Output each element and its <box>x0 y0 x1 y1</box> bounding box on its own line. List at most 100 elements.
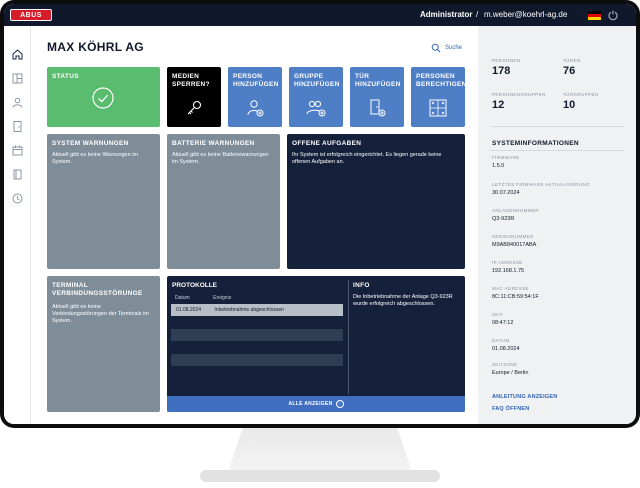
sys-value: 8C:11:CB:59:54:1F <box>492 294 539 300</box>
add-person-icon <box>247 100 264 117</box>
tuer-hinzufuegen-label: TÜR HINZUFÜGEN <box>355 73 401 88</box>
offene-aufgaben-card[interactable]: OFFENE AUFGABEN Ihr System ist erfolgrei… <box>287 134 465 269</box>
clock-icon[interactable] <box>11 192 24 205</box>
sys-label: DATUM <box>492 338 510 343</box>
person-hinzufuegen-button[interactable]: PERSON HINZUFÜGEN <box>228 67 282 127</box>
german-flag-icon[interactable] <box>588 11 601 20</box>
stat-label: PERSONEN <box>492 58 521 63</box>
sys-value: M9AB840017ABA <box>492 242 537 248</box>
stat-personengruppen: PERSONENGRUPPEN 12 <box>492 92 546 111</box>
sys-anlagennummer: ANLAGENNUMMER Q3-923R <box>492 208 539 222</box>
stat-label: PERSONENGRUPPEN <box>492 92 546 97</box>
gruppe-hinzufuegen-label: GRUPPE HINZUFÜGEN <box>294 73 340 88</box>
alle-anzeigen-button[interactable]: ALLE ANZEIGEN ↑ <box>167 396 465 412</box>
sys-value: 08:47:12 <box>492 320 514 326</box>
faq-oeffnen-link[interactable]: FAQ ÖFFNEN <box>492 406 529 412</box>
info-title: INFO <box>353 282 370 289</box>
batterie-warnungen-text: Aktuell gibt es keine Batteriewarnungen … <box>172 152 269 165</box>
calendar-icon[interactable] <box>11 144 24 157</box>
sys-label: ZEITZONE <box>492 362 518 367</box>
sys-value: Europe / Berlin <box>492 370 529 376</box>
user-icon[interactable] <box>11 96 24 109</box>
book-icon[interactable] <box>11 168 24 181</box>
terminal-stoerungen-title: TERMINAL VERBINDUNGSSTÖRUNGE <box>52 282 143 297</box>
info-text: Die Inbetriebnahme der Anlage Q3-923R wu… <box>353 294 453 307</box>
tuer-hinzufuegen-button[interactable]: TÜR HINZUFÜGEN <box>350 67 404 127</box>
status-title: STATUS <box>52 73 79 80</box>
row-event: Inbetriebnahme abgeschlossen <box>214 307 284 313</box>
system-warnungen-card[interactable]: SYSTEM WARNUNGEN Aktuell gibt es keine W… <box>47 134 160 269</box>
monitor-stand-foot <box>200 470 440 482</box>
sys-label: IP ADRESSE <box>492 260 523 265</box>
divider <box>490 126 624 127</box>
table-row-empty <box>171 354 343 366</box>
protokolle-header: Datum Ereignis <box>175 295 231 301</box>
sys-value: 1.5.0 <box>492 163 505 169</box>
sys-label: ZEIT <box>492 312 504 317</box>
home-icon[interactable] <box>11 48 24 61</box>
protokolle-title: PROTOKOLLE <box>172 282 218 289</box>
user-email[interactable]: m.weber@koehrl-ag.de <box>484 10 567 19</box>
terminal-stoerungen-text: Aktuell gibt es keine Verbindungsstörung… <box>52 304 149 324</box>
sys-label: LETZTES FIRMWARE AKTUALISIERUNG <box>492 182 590 187</box>
stat-value: 12 <box>492 99 505 111</box>
system-warnungen-title: SYSTEM WARNUNGEN <box>52 140 129 147</box>
door-icon[interactable] <box>11 120 24 133</box>
monitor-frame: ABUS Administrator / m.weber@koehrl-ag.d… <box>0 0 640 428</box>
add-door-icon <box>370 99 386 117</box>
status-tile[interactable]: STATUS <box>47 67 160 127</box>
terminal-stoerungen-card[interactable]: TERMINAL VERBINDUNGSSTÖRUNGE Aktuell gib… <box>47 276 160 412</box>
systeminformationen-title: SYSTEMINFORMATIONEN <box>492 140 579 147</box>
topbar-separator: / <box>476 10 479 19</box>
sys-label: ANLAGENNUMMER <box>492 208 539 213</box>
sys-mac-adresse: MAC ADRESSE 8C:11:CB:59:54:1F <box>492 286 539 300</box>
search-icon <box>431 43 441 53</box>
stat-value: 76 <box>563 65 576 77</box>
sys-value: 30.07.2024 <box>492 190 520 196</box>
user-role: Administrator <box>420 10 473 19</box>
col-ereignis: Ereignis <box>213 295 232 301</box>
sys-label: SERIENNUMMER <box>492 234 534 239</box>
monitor-stand-neck <box>228 428 412 472</box>
sys-firmware: FIRMWARE 1.5.0 <box>492 155 520 169</box>
layout-icon[interactable] <box>11 72 24 85</box>
sys-value: Q3-923R <box>492 216 515 222</box>
alle-anzeigen-label: ALLE ANZEIGEN <box>288 401 333 407</box>
search-label: Suche <box>445 45 463 51</box>
offene-aufgaben-title: OFFENE AUFGABEN <box>292 140 362 147</box>
row-date: 01.08.2024 <box>176 307 202 313</box>
sys-label: MAC ADRESSE <box>492 286 529 291</box>
offene-aufgaben-text: Ihr System ist erfolgreich eingerichtet.… <box>292 152 442 165</box>
personen-berechtigen-label: PERSONEN BERECHTIGEN <box>416 73 465 88</box>
check-circle-icon <box>92 87 114 109</box>
anleitung-anzeigen-link[interactable]: ANLEITUNG ANZEIGEN <box>492 394 557 400</box>
personen-berechtigen-button[interactable]: PERSONEN BERECHTIGEN <box>411 67 465 127</box>
medien-sperren-label: MEDIEN SPERREN? <box>172 73 210 88</box>
batterie-warnungen-card[interactable]: BATTERIE WARNUNGEN Aktuell gibt es keine… <box>167 134 280 269</box>
info-sidebar: PERSONEN 178 TÜREN 76 PERSONENGRUPPEN 12… <box>478 26 636 424</box>
stat-tueren: TÜREN 76 <box>563 58 581 77</box>
stat-tuergruppen: TÜRGRUPPEN 10 <box>563 92 599 111</box>
sys-value: 192.168.1.75 <box>492 268 525 274</box>
sys-datum: DATUM 01.08.2024 <box>492 338 520 352</box>
dashboard-main: MAX KÖHRL AG Suche STATUS MEDIEN SPERREN… <box>31 26 478 424</box>
column-divider <box>348 280 349 394</box>
protokolle-info-card: PROTOKOLLE Datum Ereignis 01.08.2024 Inb… <box>167 276 465 412</box>
gruppe-hinzufuegen-button[interactable]: GRUPPE HINZUFÜGEN <box>289 67 343 127</box>
col-datum: Datum <box>175 295 190 301</box>
stat-label: TÜRGRUPPEN <box>563 92 599 97</box>
table-row-empty <box>171 329 343 341</box>
stat-personen: PERSONEN 178 <box>492 58 520 77</box>
table-row[interactable]: 01.08.2024 Inbetriebnahme abgeschlossen <box>171 304 343 316</box>
medien-sperren-button[interactable]: MEDIEN SPERREN? <box>167 67 221 127</box>
search-button[interactable]: Suche <box>431 42 462 54</box>
sidebar-nav <box>4 26 31 424</box>
screen: ABUS Administrator / m.weber@koehrl-ag.d… <box>4 4 636 424</box>
batterie-warnungen-title: BATTERIE WARNUNGEN <box>172 140 255 147</box>
stat-value: 10 <box>563 99 576 111</box>
permissions-grid-icon <box>429 99 447 117</box>
add-group-icon <box>306 100 326 117</box>
power-icon[interactable] <box>607 9 619 21</box>
sys-seriennummer: SERIENNUMMER M9AB840017ABA <box>492 234 536 248</box>
page-title: MAX KÖHRL AG <box>47 40 144 54</box>
